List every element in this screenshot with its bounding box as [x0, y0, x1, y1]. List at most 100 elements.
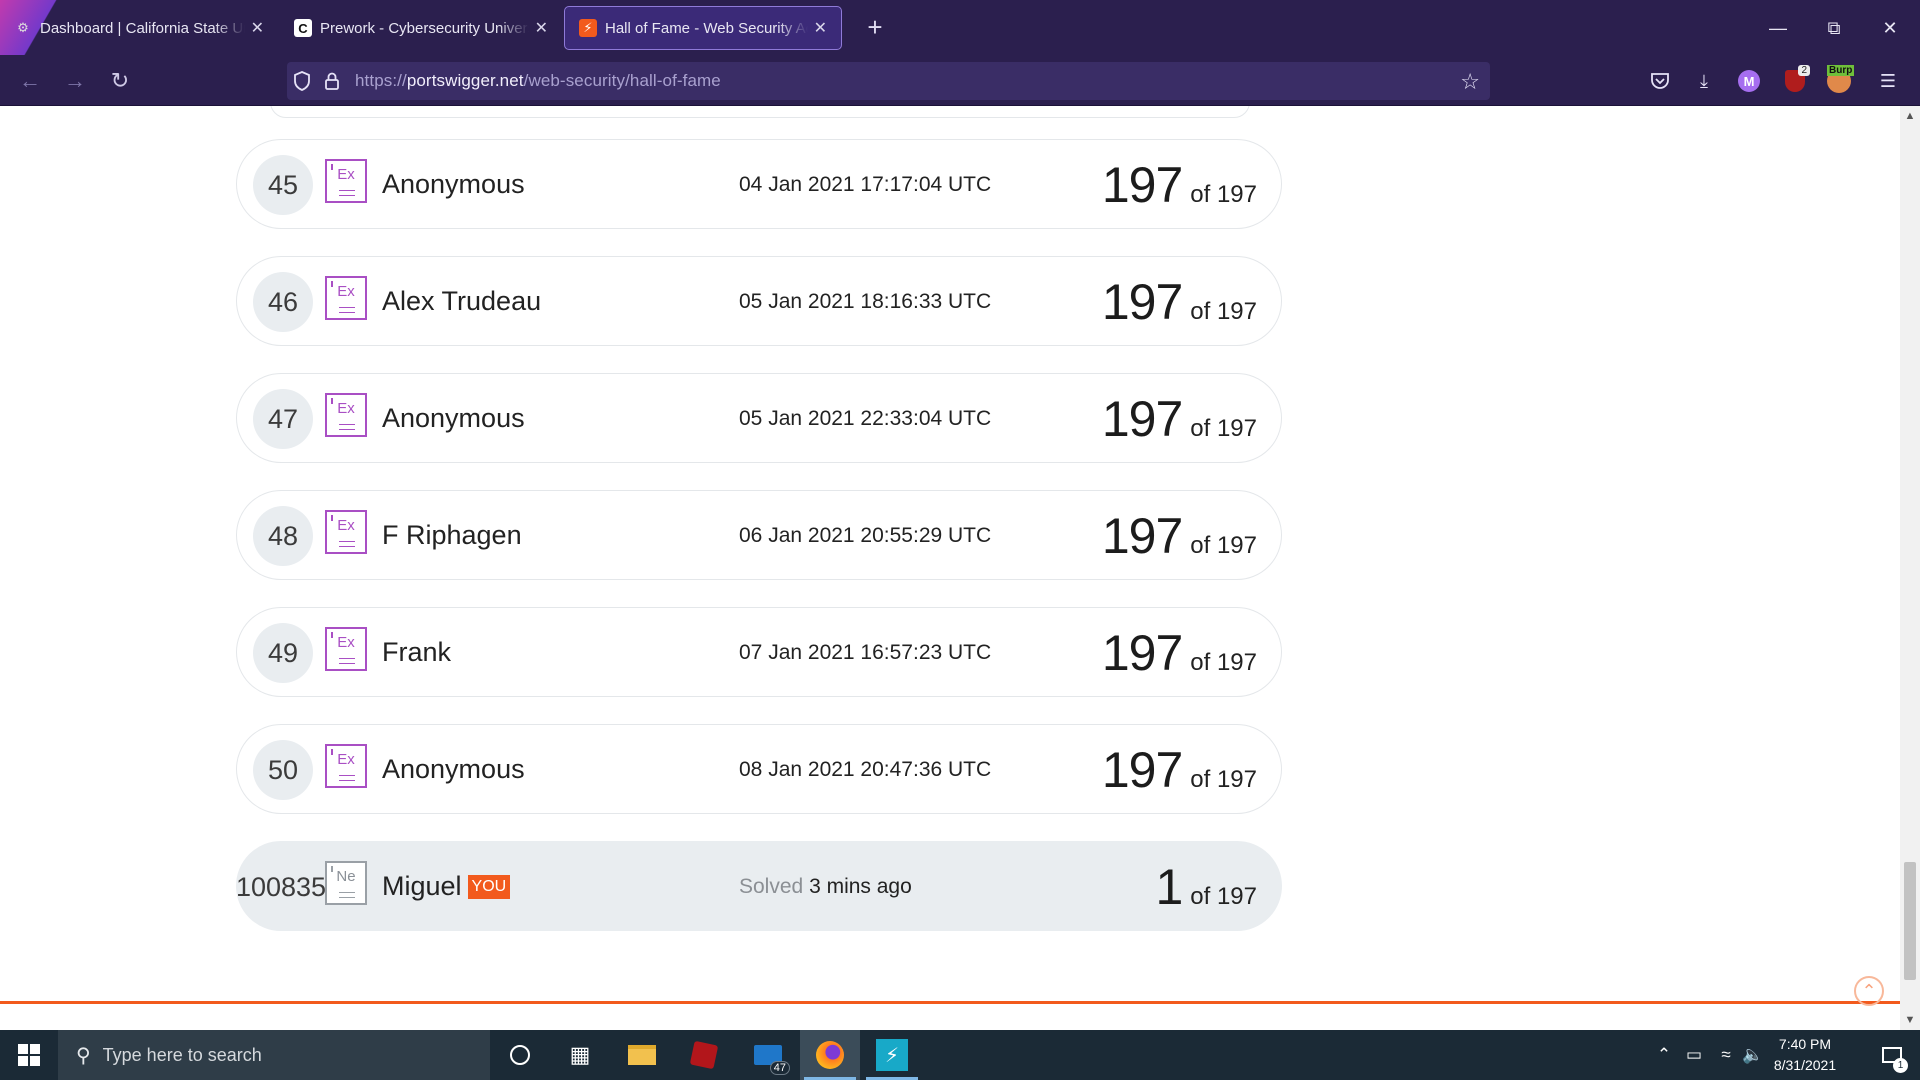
- rank-badge: 100835: [235, 871, 327, 902]
- burp-extension-icon[interactable]: Burp: [1823, 65, 1855, 97]
- completion-date: 08 Jan 2021 20:47:36 UTC: [739, 758, 992, 781]
- close-window-button[interactable]: ✕: [1862, 8, 1918, 48]
- ublock-count-badge: 2: [1798, 65, 1810, 76]
- expert-level-icon: Ex: [325, 393, 367, 437]
- scroll-to-top-icon[interactable]: ⌃: [1854, 976, 1884, 1006]
- rank-badge: 50: [253, 740, 313, 800]
- expert-level-icon: Ex: [325, 276, 367, 320]
- rank-badge: 47: [253, 389, 313, 449]
- new-tab-button[interactable]: +: [858, 10, 892, 44]
- windows-logo-icon: [18, 1044, 40, 1066]
- navigation-bar: ← → ↻ https://portswigger.net/web-securi…: [0, 55, 1920, 106]
- address-bar[interactable]: https://portswigger.net/web-security/hal…: [287, 62, 1490, 100]
- you-badge: YOU: [467, 875, 511, 899]
- search-icon: ⚲: [76, 1044, 91, 1067]
- user-name: Anonymous: [382, 403, 525, 433]
- leaderboard-row: 50 Ex Anonymous 08 Jan 2021 20:47:36 UTC…: [236, 724, 1282, 814]
- url-text[interactable]: https://portswigger.net/web-security/hal…: [355, 71, 721, 91]
- tab-title: Hall of Fame - Web Security Ac: [605, 19, 808, 37]
- pocket-icon[interactable]: [1644, 65, 1676, 97]
- lock-icon[interactable]: [317, 62, 347, 100]
- mail-count-badge: 47: [769, 1061, 790, 1075]
- dashboard-favicon-icon: ⚙: [17, 20, 29, 35]
- score: 1 of 197: [1155, 859, 1257, 915]
- portswigger-app-icon[interactable]: ⚡: [862, 1030, 922, 1080]
- leaderboard-row: 49 Ex Frank 07 Jan 2021 16:57:23 UTC 197…: [236, 607, 1282, 697]
- page-viewport: 45 Ex Anonymous 04 Jan 2021 17:17:04 UTC…: [0, 106, 1920, 1030]
- codepath-favicon-icon: C: [294, 19, 312, 37]
- score: 197 of 197: [1101, 157, 1257, 213]
- clock-date: 8/31/2021: [1773, 1057, 1837, 1073]
- score: 197 of 197: [1101, 391, 1257, 447]
- downloads-icon[interactable]: ⤓: [1688, 65, 1720, 97]
- leaderboard-row: 45 Ex Anonymous 04 Jan 2021 17:17:04 UTC…: [236, 139, 1282, 229]
- score: 197 of 197: [1101, 742, 1257, 798]
- app-red-icon[interactable]: [674, 1030, 734, 1080]
- bookmark-star-icon[interactable]: ☆: [1460, 69, 1480, 95]
- start-button[interactable]: [0, 1030, 58, 1080]
- page-scrollbar[interactable]: ▲ ▼: [1900, 106, 1920, 1030]
- show-hidden-icons-chevron-icon[interactable]: ⌃: [1652, 1030, 1676, 1080]
- close-tab-icon[interactable]: ✕: [814, 18, 827, 38]
- rank-badge: 49: [253, 623, 313, 683]
- score: 197 of 197: [1101, 625, 1257, 681]
- account-avatar-icon[interactable]: M: [1733, 65, 1765, 97]
- cortana-icon[interactable]: [490, 1030, 550, 1080]
- ublock-extension-icon[interactable]: 2: [1779, 65, 1811, 97]
- completion-date: 05 Jan 2021 18:16:33 UTC: [739, 290, 992, 313]
- tab-prework[interactable]: C Prework - Cybersecurity Univers ✕: [280, 6, 562, 50]
- user-name: Anonymous: [382, 169, 525, 199]
- rank-badge: 48: [253, 506, 313, 566]
- forward-button[interactable]: →: [57, 63, 93, 99]
- taskbar-search-box[interactable]: ⚲ Type here to search: [58, 1030, 490, 1080]
- user-name: Miguel YOU: [382, 871, 511, 902]
- battery-icon[interactable]: ▭: [1680, 1030, 1708, 1080]
- close-tab-icon[interactable]: ✕: [251, 18, 264, 38]
- scroll-up-arrow-icon[interactable]: ▲: [1900, 106, 1920, 126]
- firefox-icon[interactable]: [800, 1030, 860, 1080]
- user-name: Frank: [382, 637, 452, 667]
- expert-level-icon: Ex: [325, 510, 367, 554]
- clock-time: 7:40 PM: [1778, 1036, 1832, 1052]
- user-name: Alex Trudeau: [382, 286, 542, 316]
- novice-level-icon: Ne: [325, 861, 367, 905]
- expert-level-icon: Ex: [325, 627, 367, 671]
- minimize-button[interactable]: —: [1750, 8, 1806, 48]
- back-button[interactable]: ←: [12, 63, 48, 99]
- solved-time: Solved 3 mins ago: [739, 875, 912, 898]
- notification-center-icon[interactable]: 1: [1864, 1030, 1920, 1080]
- tracking-protection-shield-icon[interactable]: [287, 62, 317, 100]
- file-explorer-icon[interactable]: [612, 1030, 672, 1080]
- completion-date: 07 Jan 2021 16:57:23 UTC: [739, 641, 992, 664]
- reload-button[interactable]: ↻: [102, 63, 138, 99]
- close-tab-icon[interactable]: ✕: [535, 18, 548, 38]
- task-view-icon[interactable]: ▦: [550, 1030, 610, 1080]
- leaderboard-row: 46 Ex Alex Trudeau 05 Jan 2021 18:16:33 …: [236, 256, 1282, 346]
- tab-title: Dashboard | California State Un: [40, 19, 245, 37]
- leaderboard-row: 47 Ex Anonymous 05 Jan 2021 22:33:04 UTC…: [236, 373, 1282, 463]
- scrollbar-thumb[interactable]: [1904, 862, 1916, 980]
- completion-date: 04 Jan 2021 17:17:04 UTC: [739, 173, 992, 196]
- tab-hall-of-fame[interactable]: ⚡ Hall of Fame - Web Security Ac ✕: [564, 6, 842, 50]
- tab-dashboard[interactable]: ⚙ Dashboard | California State Un ✕: [0, 6, 278, 50]
- system-clock[interactable]: 7:40 PM 8/31/2021: [1760, 1034, 1850, 1076]
- user-name: F Riphagen: [382, 520, 522, 550]
- footer-divider: [0, 1001, 1900, 1004]
- current-user-row: 100835 Ne Miguel YOU Solved 3 mins ago 1o…: [236, 841, 1282, 931]
- restore-button[interactable]: ⧉: [1806, 8, 1862, 48]
- expert-level-icon: Ex: [325, 744, 367, 788]
- menu-hamburger-icon[interactable]: ☰: [1872, 65, 1904, 97]
- mail-icon[interactable]: 47: [738, 1030, 798, 1080]
- search-placeholder: Type here to search: [102, 1044, 262, 1065]
- score: 197 of 197: [1101, 508, 1257, 564]
- score: 197 of 197: [1101, 274, 1257, 330]
- portswigger-favicon-icon: ⚡: [579, 19, 597, 37]
- wifi-icon[interactable]: ≈: [1712, 1030, 1740, 1080]
- previous-row-edge: [270, 106, 1250, 118]
- tab-title: Prework - Cybersecurity Univers: [320, 19, 529, 37]
- browser-tab-bar: ⚙ Dashboard | California State Un ✕ C Pr…: [0, 0, 1920, 55]
- scroll-down-arrow-icon[interactable]: ▼: [1900, 1010, 1920, 1030]
- user-name: Anonymous: [382, 754, 525, 784]
- expert-level-icon: Ex: [325, 159, 367, 203]
- rank-badge: 45: [253, 155, 313, 215]
